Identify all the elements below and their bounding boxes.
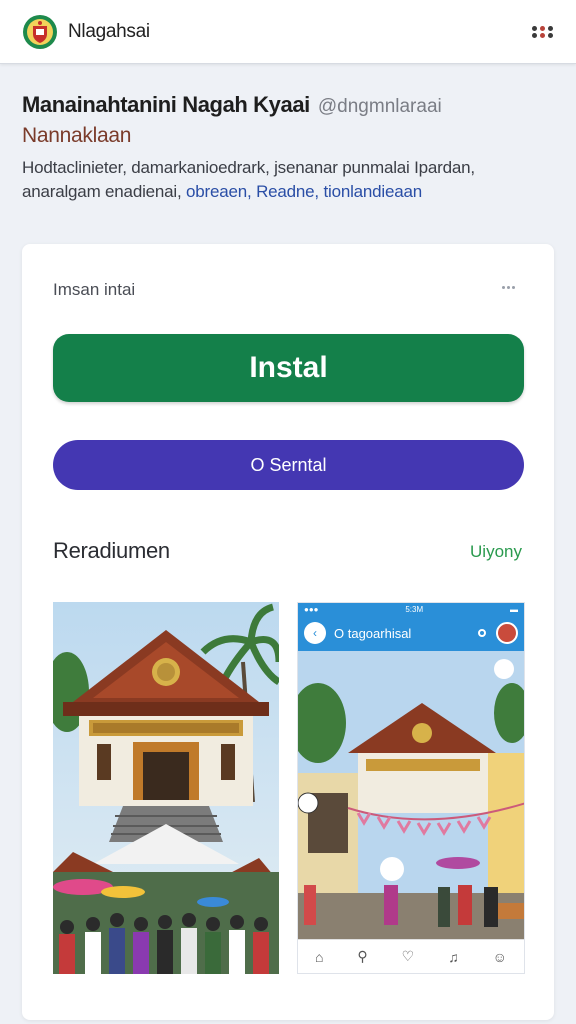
status-dot-icon (478, 629, 486, 637)
app-grid-icon[interactable] (532, 25, 554, 39)
avatar (496, 622, 518, 644)
section-link[interactable]: Uiyony (470, 542, 522, 562)
secondary-button[interactable]: O Serntal (53, 440, 524, 490)
phone-time: 5:3M (405, 604, 424, 614)
profile-icon: ☺ (492, 948, 507, 965)
description-line-1: Hodtaclinieter, damarkanioedrark, jsenan… (22, 158, 475, 177)
phone-status-bar: ●●● 5:3M ▬ (298, 603, 524, 615)
section-title: Reradiumen (53, 538, 170, 563)
back-icon: ‹ (304, 622, 326, 644)
home-icon: ⌂ (314, 948, 324, 965)
screenshot-phone-app[interactable]: ●●● 5:3M ▬ ‹ O tagoarhisal ⌂ ⚲ ♡ ♫ ☺ (297, 602, 525, 974)
install-card: Imsan intai Instal O Serntal Reradiumen … (22, 244, 554, 1020)
description-link[interactable]: obreaen, Readne, tionlandieaan (186, 182, 422, 201)
bell-icon: ♫ (448, 948, 459, 965)
app-description: Hodtaclinieter, damarkanioedrark, jsenan… (22, 156, 554, 204)
phone-app-title: O tagoarhisal (334, 625, 412, 641)
title-row: Manainahtanini Nagah Kyaai @dngmnlaraai (22, 92, 554, 118)
app-subtitle: Nannaklaan (22, 124, 132, 147)
screenshot-temple-photo[interactable] (53, 602, 279, 974)
card-label: Imsan intai (53, 280, 136, 299)
description-line-2: anaralgam enadienai, obreaen, Readne, ti… (22, 180, 554, 204)
search-icon: ⚲ (357, 948, 368, 964)
phone-bottom-nav: ⌂ ⚲ ♡ ♫ ☺ (298, 939, 524, 973)
phone-signal-icon: ●●● (304, 604, 319, 614)
description-text: anaralgam enadienai, (22, 182, 187, 201)
phone-battery-icon: ▬ (509, 604, 518, 614)
developer-handle[interactable]: @dngmnlaraai (318, 96, 442, 118)
top-app-bar: Nlagahsai (0, 0, 576, 64)
install-button[interactable]: Instal (53, 334, 524, 402)
crest-logo-icon[interactable] (22, 14, 58, 50)
phone-app-bar: ‹ O tagoarhisal (298, 615, 524, 651)
page-title: Manainahtanini Nagah Kyaai (22, 92, 310, 117)
app-name: Nlagahsai (68, 20, 150, 42)
heart-icon: ♡ (401, 948, 415, 964)
app-header: Manainahtanini Nagah Kyaai @dngmnlaraai … (22, 92, 554, 204)
more-options-icon[interactable] (502, 284, 524, 290)
